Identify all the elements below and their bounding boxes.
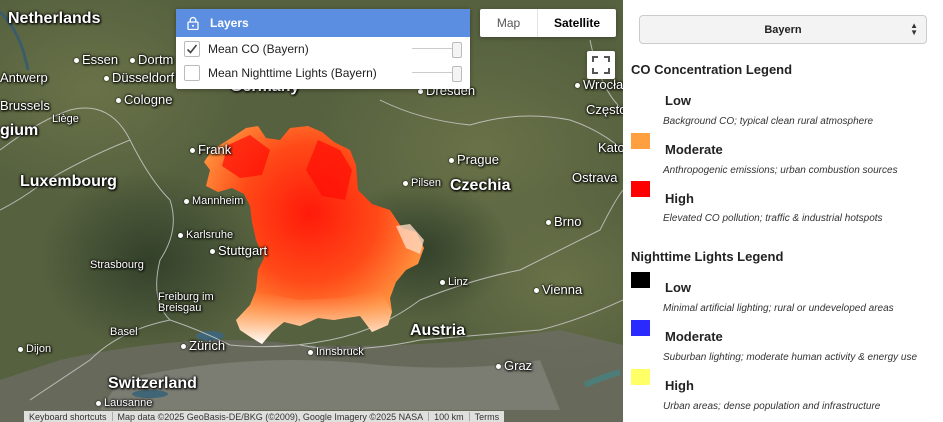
city-label: Austria bbox=[410, 322, 466, 339]
city-label: Stuttgart bbox=[210, 243, 267, 258]
co-desc-high: Elevated CO pollution; traffic & industr… bbox=[663, 213, 883, 224]
map-type-map-button[interactable]: Map bbox=[480, 9, 538, 37]
city-label: Karlsruhe bbox=[178, 229, 233, 241]
co-label-moderate: Moderate bbox=[665, 142, 723, 157]
ntl-swatch-low bbox=[631, 272, 650, 288]
keyboard-shortcuts-link[interactable]: Keyboard shortcuts bbox=[24, 412, 112, 422]
city-label: Basel bbox=[110, 326, 138, 338]
ntl-swatch-moderate bbox=[631, 320, 650, 336]
city-label: Częstoc bbox=[586, 102, 623, 117]
city-label: Essen bbox=[74, 52, 118, 67]
lock-icon bbox=[187, 16, 199, 30]
city-label: Ostrava bbox=[572, 170, 618, 185]
city-label: Linz bbox=[440, 276, 468, 288]
co-desc-low: Background CO; typical clean rural atmos… bbox=[663, 116, 874, 127]
city-label: Wrocław bbox=[575, 77, 623, 92]
region-select[interactable]: Bayern ▲ ▼ bbox=[639, 15, 927, 44]
city-label: Luxembourg bbox=[20, 173, 117, 190]
layer-row-ntl[interactable]: Mean Nighttime Lights (Bayern) bbox=[176, 61, 470, 85]
layers-title: Layers bbox=[210, 16, 249, 30]
city-label: Lausanne bbox=[96, 397, 152, 409]
city-label: Prague bbox=[449, 152, 499, 167]
city-label: Liège bbox=[52, 113, 79, 125]
checkmark-icon bbox=[186, 44, 198, 54]
layer-label-ntl: Mean Nighttime Lights (Bayern) bbox=[208, 66, 377, 80]
layer-row-co[interactable]: Mean CO (Bayern) bbox=[176, 37, 470, 61]
fullscreen-icon bbox=[592, 56, 610, 74]
city-label: Kato bbox=[598, 140, 623, 155]
fullscreen-button[interactable] bbox=[587, 51, 615, 79]
layers-panel: Layers Mean CO (Bayern) Mean Nighttime L… bbox=[176, 9, 470, 89]
city-label: Mannheim bbox=[184, 195, 243, 207]
map-scale[interactable]: 100 km bbox=[429, 412, 469, 422]
city-label: Innsbruck bbox=[308, 346, 364, 358]
city-label: Frank bbox=[190, 142, 231, 157]
co-swatch-high bbox=[631, 181, 650, 197]
ntl-legend-title: Nighttime Lights Legend bbox=[631, 249, 784, 264]
city-label: Vienna bbox=[534, 282, 582, 297]
layer-checkbox-co[interactable] bbox=[184, 41, 200, 57]
city-label: Zürich bbox=[181, 338, 225, 353]
city-label: Czechia bbox=[450, 177, 511, 194]
ntl-desc-moderate: Suburban lighting; moderate human activi… bbox=[663, 352, 918, 363]
city-label: Cologne bbox=[116, 92, 172, 107]
city-label: Dijon bbox=[18, 343, 51, 355]
city-label: gium bbox=[0, 122, 39, 139]
map-view[interactable]: Netherlands Essen Dortm Antwerp Düsseldorf Co… bbox=[0, 0, 623, 422]
city-label: Switzerland bbox=[108, 375, 197, 392]
co-swatch-low bbox=[631, 86, 650, 102]
ntl-label-moderate: Moderate bbox=[665, 329, 723, 344]
layer-label-co: Mean CO (Bayern) bbox=[208, 42, 309, 56]
city-label: Freiburg im Breisgau bbox=[158, 291, 214, 314]
ntl-label-low: Low bbox=[665, 280, 691, 295]
layers-header[interactable]: Layers bbox=[176, 9, 470, 37]
ntl-swatch-high bbox=[631, 369, 650, 385]
ntl-label-high: High bbox=[665, 378, 694, 393]
map-attribution: Keyboard shortcuts Map data ©2025 GeoBas… bbox=[24, 411, 505, 422]
city-label: Antwerp bbox=[0, 70, 48, 85]
co-desc-moderate: Anthropogenic emissions; urban combustio… bbox=[663, 165, 898, 176]
map-data-credit: Map data ©2025 GeoBasis-DE/BKG (©2009), … bbox=[117, 411, 424, 422]
map-type-control: Map Satellite bbox=[480, 9, 616, 37]
city-label: Düsseldorf bbox=[104, 70, 174, 85]
side-panel: Bayern ▲ ▼ CO Concentration Legend Low Ba… bbox=[623, 0, 943, 422]
ntl-desc-high: Urban areas; dense population and infras… bbox=[663, 401, 881, 412]
city-label: Brno bbox=[546, 214, 581, 229]
opacity-slider-co[interactable] bbox=[412, 42, 462, 58]
select-arrows-icon: ▲ ▼ bbox=[910, 21, 918, 37]
city-label: Strasbourg bbox=[90, 259, 144, 271]
city-label: Dortm bbox=[130, 52, 173, 67]
co-label-high: High bbox=[665, 191, 694, 206]
city-label: Brussels bbox=[0, 98, 50, 113]
region-select-value: Bayern bbox=[764, 23, 802, 36]
city-label: Graz bbox=[496, 358, 532, 373]
city-label: Netherlands bbox=[8, 10, 101, 27]
co-label-low: Low bbox=[665, 93, 691, 108]
layer-checkbox-ntl[interactable] bbox=[184, 65, 200, 81]
ntl-desc-low: Minimal artificial lighting; rural or un… bbox=[663, 303, 894, 314]
city-label: Pilsen bbox=[403, 177, 441, 189]
co-legend-title: CO Concentration Legend bbox=[631, 62, 793, 77]
co-swatch-moderate bbox=[631, 133, 650, 149]
terms-link[interactable]: Terms bbox=[470, 412, 505, 422]
map-type-satellite-button[interactable]: Satellite bbox=[538, 9, 616, 37]
opacity-slider-ntl[interactable] bbox=[412, 66, 462, 82]
